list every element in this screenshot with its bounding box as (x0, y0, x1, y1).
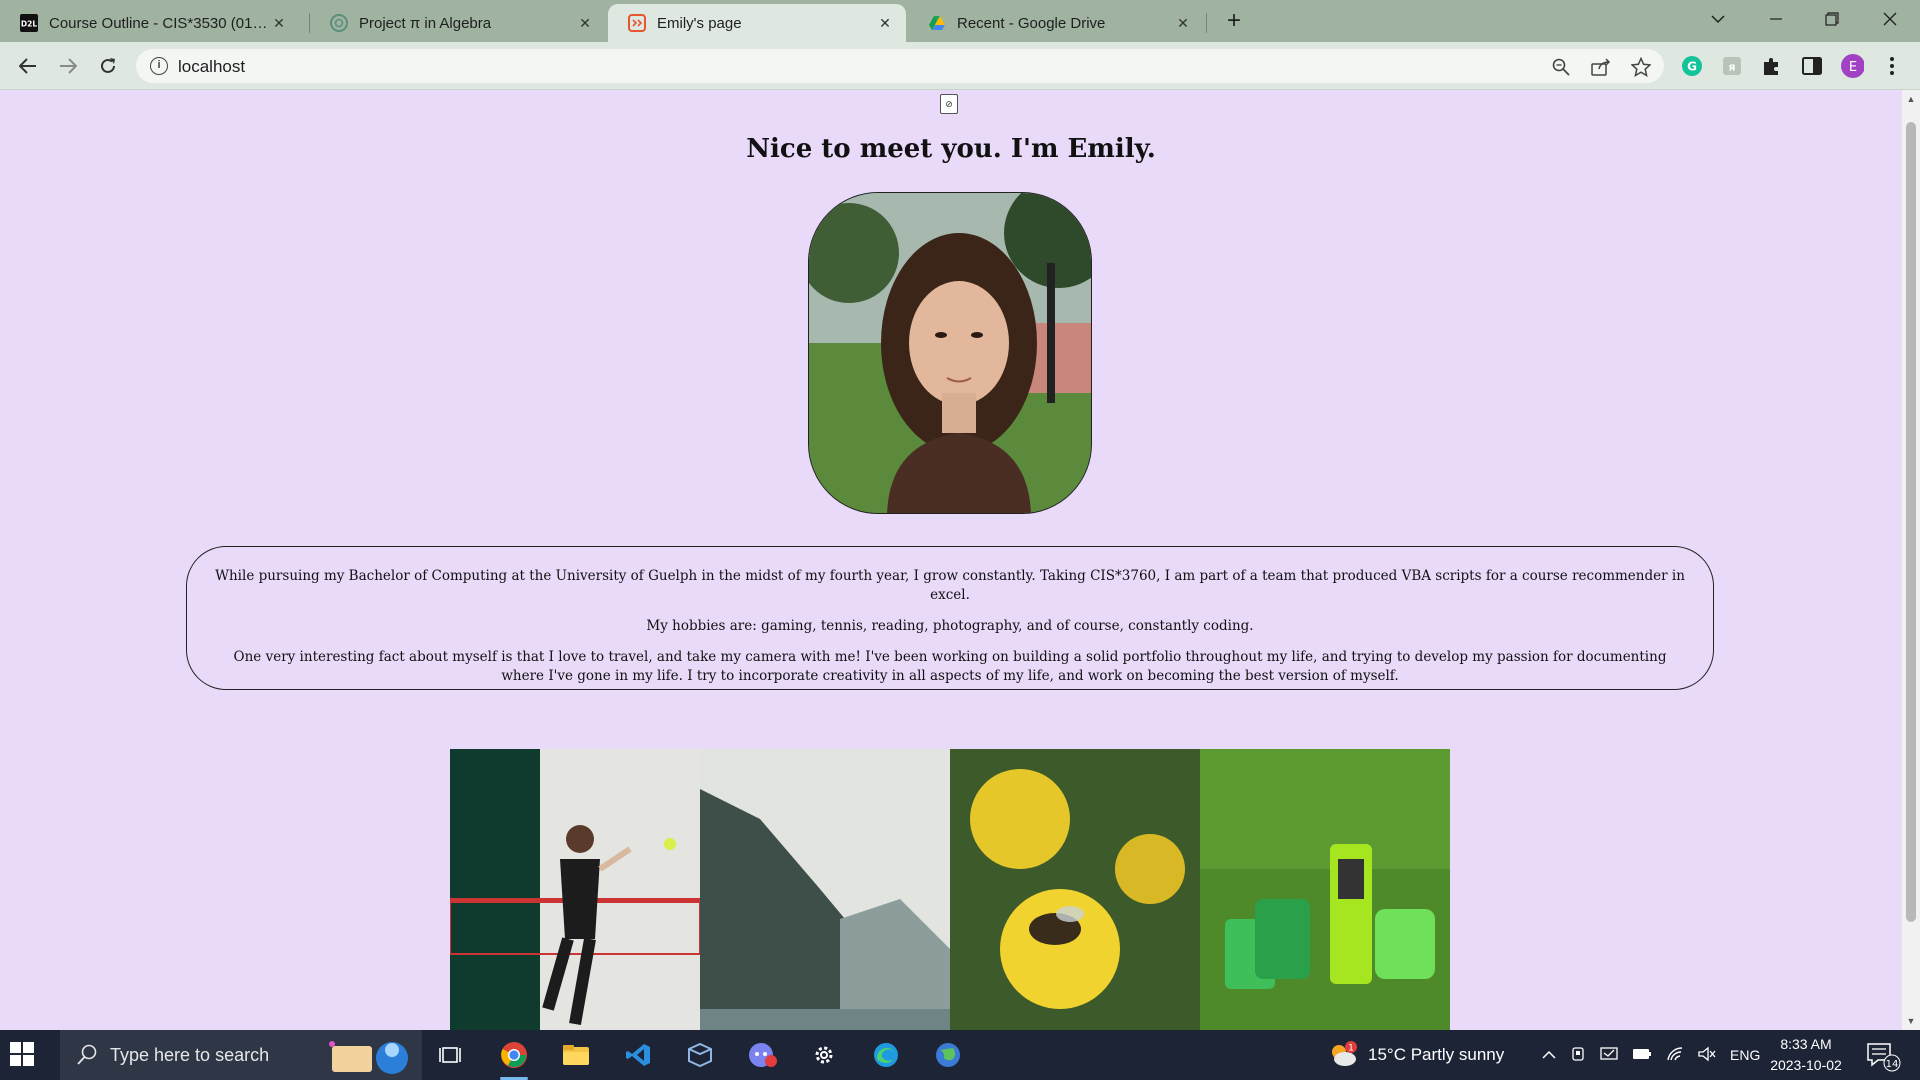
vscode-icon[interactable] (618, 1037, 658, 1073)
back-button[interactable] (14, 52, 42, 80)
edge-icon[interactable] (866, 1037, 906, 1073)
language-indicator[interactable]: ENG (1730, 1047, 1760, 1063)
gameboy-photo (1200, 749, 1450, 1030)
page-scrollbar[interactable]: ▲ ▼ (1902, 90, 1920, 1030)
windows-start-icon[interactable] (10, 1042, 36, 1068)
system-tray: ENG (1542, 1030, 1760, 1080)
profile-photo (808, 192, 1092, 514)
close-tab-icon[interactable]: ✕ (1172, 12, 1194, 34)
settings-gear-icon[interactable] (804, 1037, 844, 1073)
browser-menu-icon[interactable] (1880, 54, 1904, 78)
profile-initial: E (1849, 60, 1857, 75)
taskbar-search-box[interactable]: Type here to search (60, 1030, 422, 1080)
tab-title: Project π in Algebra (359, 14, 492, 32)
notification-count: 14 (1886, 1059, 1899, 1070)
battery-icon[interactable] (1632, 1047, 1652, 1063)
tab-search-chevron-icon[interactable] (1696, 0, 1740, 38)
tennis-photo (450, 749, 700, 1030)
display-icon[interactable] (1600, 1046, 1618, 1065)
address-bar[interactable]: i localhost (136, 49, 1664, 83)
weather-text: 15°C Partly sunny (1368, 1045, 1505, 1064)
tab-strip: D2L Course Outline - CIS*3530 (01) F ✕ P… (0, 0, 1920, 42)
tab-divider (1206, 13, 1207, 33)
bio-paragraph-travel: One very interesting fact about myself i… (233, 649, 1667, 684)
google-drive-icon (928, 14, 946, 32)
clock[interactable]: 8:33 AM 2023-10-02 (1764, 1034, 1848, 1076)
close-tab-icon[interactable]: ✕ (874, 12, 896, 34)
svg-text:D2L: D2L (21, 20, 37, 29)
meet-now-icon[interactable] (1570, 1046, 1586, 1065)
chrome-taskbar-icon[interactable] (494, 1037, 534, 1080)
bookmark-star-icon[interactable] (1630, 56, 1652, 78)
extensions-puzzle-icon[interactable] (1760, 54, 1784, 78)
taskbar-search-placeholder: Type here to search (110, 1045, 270, 1065)
bio-paragraph-hobbies: My hobbies are: gaming, tennis, reading,… (646, 618, 1254, 634)
restore-button[interactable] (1810, 0, 1854, 38)
scroll-up-arrow-icon[interactable]: ▲ (1906, 94, 1916, 104)
tab-project-algebra[interactable]: Project π in Algebra ✕ (310, 4, 606, 42)
bee-flower-photo (950, 749, 1200, 1030)
html5-icon (628, 14, 646, 32)
chatgpt-icon (330, 14, 348, 32)
zoom-icon[interactable] (1550, 56, 1572, 78)
svg-text:G: G (1687, 60, 1697, 74)
wifi-icon[interactable] (1666, 1046, 1684, 1065)
bio-paragraph-education: While pursuing my Bachelor of Computing … (215, 568, 1685, 603)
profile-avatar[interactable]: E (1840, 54, 1864, 78)
windows-taskbar: Type here to search 1 15°C Partly sunny (0, 1030, 1920, 1080)
forward-button[interactable] (54, 52, 82, 80)
weather-badge: 1 (1348, 1044, 1354, 1054)
volume-muted-icon[interactable] (1698, 1046, 1716, 1065)
web-app-globe-icon[interactable] (928, 1037, 968, 1073)
svg-text:я: я (1728, 61, 1735, 74)
bio-card: While pursuing my Bachelor of Computing … (186, 546, 1714, 690)
virtualbox-icon[interactable] (680, 1037, 720, 1073)
site-info-icon[interactable]: i (150, 57, 168, 75)
url-text: localhost (178, 57, 246, 76)
notification-center-icon[interactable]: 14 (1866, 1040, 1902, 1072)
d2l-icon: D2L (20, 14, 38, 32)
tab-google-drive[interactable]: Recent - Google Drive ✕ (908, 4, 1204, 42)
clock-time: 8:33 AM (1780, 1036, 1832, 1052)
discord-icon[interactable] (742, 1037, 782, 1073)
weather-widget[interactable]: 1 15°C Partly sunny (1326, 1030, 1504, 1080)
file-explorer-icon[interactable] (556, 1037, 596, 1073)
mountain-lake-photo (700, 749, 950, 1030)
web-page: ⊘ Nice to meet you. I'm Emily. While pur… (0, 90, 1902, 1030)
page-heading: Nice to meet you. I'm Emily. (746, 134, 1156, 164)
search-icon (77, 1044, 97, 1065)
tab-course-outline[interactable]: D2L Course Outline - CIS*3530 (01) F ✕ (0, 4, 300, 42)
browser-toolbar: i localhost G я E (0, 42, 1920, 90)
tab-title: Recent - Google Drive (957, 14, 1106, 32)
share-icon[interactable] (1590, 56, 1612, 78)
partly-sunny-icon: 1 (1332, 1041, 1357, 1066)
close-window-button[interactable] (1868, 0, 1912, 38)
close-tab-icon[interactable]: ✕ (268, 12, 290, 34)
task-view-icon[interactable] (430, 1037, 470, 1073)
scrollbar-thumb[interactable] (1906, 122, 1916, 922)
photo-gallery (450, 749, 1450, 1030)
search-highlight-icon (322, 1034, 422, 1076)
tab-emilys-page[interactable]: Emily's page ✕ (608, 4, 906, 42)
extension-icon[interactable]: я (1720, 54, 1744, 78)
broken-image-icon: ⊘ (940, 94, 958, 114)
clock-date: 2023-10-02 (1770, 1057, 1842, 1073)
side-panel-icon[interactable] (1800, 54, 1824, 78)
reload-button[interactable] (94, 52, 122, 80)
tab-title: Course Outline - CIS*3530 (01) F (49, 14, 268, 32)
grammarly-icon[interactable]: G (1680, 54, 1704, 78)
show-hidden-icons-chevron-icon[interactable] (1542, 1047, 1556, 1063)
close-tab-icon[interactable]: ✕ (574, 12, 596, 34)
tab-title: Emily's page (657, 14, 742, 32)
new-tab-button[interactable]: + (1220, 8, 1248, 36)
scroll-down-arrow-icon[interactable]: ▼ (1906, 1016, 1916, 1026)
minimize-button[interactable] (1754, 0, 1798, 38)
